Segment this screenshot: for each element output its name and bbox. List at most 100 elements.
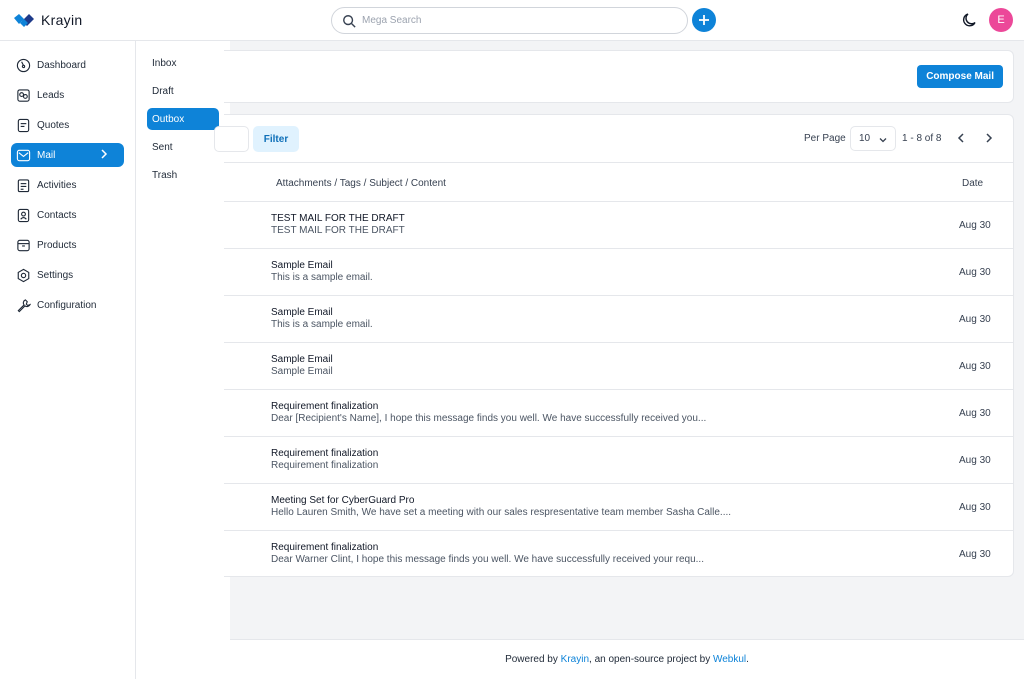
table-header: Attachments / Tags / Subject / Content D…	[224, 163, 1013, 202]
leads-icon	[17, 88, 30, 102]
footer-suffix: .	[746, 654, 749, 665]
main-sidebar: Dashboard Leads Quotes Mail Activities C…	[0, 41, 136, 679]
table-row[interactable]: TEST MAIL FOR THE DRAFT TEST MAIL FOR TH…	[224, 202, 1013, 249]
mail-content: Hello Lauren Smith, We have set a meetin…	[271, 507, 732, 518]
table-row[interactable]: Requirement finalization Dear Warner Cli…	[224, 531, 1013, 578]
column-header-subject[interactable]: Attachments / Tags / Subject / Content	[276, 178, 446, 189]
mail-header-panel: Compose Mail	[224, 50, 1014, 103]
next-page-icon[interactable]	[982, 131, 996, 145]
quick-create-button[interactable]	[692, 8, 716, 32]
top-header: Krayin E	[0, 0, 1024, 41]
sidebar-item-label: Configuration	[37, 299, 97, 311]
mail-date: Aug 30	[959, 502, 991, 513]
chevron-right-icon	[101, 149, 108, 159]
user-avatar[interactable]: E	[989, 8, 1013, 32]
mail-content: Dear [Recipient's Name], I hope this mes…	[271, 413, 707, 424]
table-row[interactable]: Sample Email This is a sample email. Aug…	[224, 296, 1013, 343]
per-page-label: Per Page	[804, 133, 846, 144]
mail-date: Aug 30	[959, 455, 991, 466]
footer-prefix: Powered by	[505, 654, 561, 665]
mail-content: Sample Email	[271, 366, 333, 377]
sidebar-item-leads[interactable]: Leads	[11, 83, 124, 107]
mail-subject: Sample Email	[271, 260, 333, 271]
mail-content: Requirement finalization	[271, 460, 379, 471]
mail-subject: Requirement finalization	[271, 401, 379, 412]
table-row[interactable]: Requirement finalization Requirement fin…	[224, 437, 1013, 484]
per-page-select[interactable]: 10	[850, 126, 896, 151]
footer-middle: , an open-source project by	[589, 654, 713, 665]
sidebar-item-quotes[interactable]: Quotes	[11, 113, 124, 137]
datagrid-toolbar: Filter Per Page 10 1 - 8 of 8	[214, 115, 1013, 163]
chevron-down-icon	[879, 138, 887, 143]
mail-subject: Requirement finalization	[271, 448, 379, 459]
column-header-date[interactable]: Date	[962, 178, 983, 189]
activities-icon	[17, 178, 30, 192]
products-icon	[17, 239, 30, 251]
datagrid-search-box[interactable]	[214, 126, 249, 152]
table-row[interactable]: Sample Email This is a sample email. Aug…	[224, 249, 1013, 296]
mega-search[interactable]	[331, 7, 688, 34]
folder-trash[interactable]: Trash	[147, 164, 219, 186]
mail-subject: Sample Email	[271, 354, 333, 365]
mail-content: This is a sample email.	[271, 319, 373, 330]
sidebar-item-configuration[interactable]: Configuration	[11, 293, 124, 317]
krayin-logo-icon	[14, 14, 34, 27]
folder-draft[interactable]: Draft	[147, 80, 219, 102]
sidebar-item-label: Leads	[37, 89, 65, 101]
mail-content: Dear Warner Clint, I hope this message f…	[271, 554, 704, 565]
mail-subject: TEST MAIL FOR THE DRAFT	[271, 213, 405, 224]
mail-subject: Requirement finalization	[271, 542, 379, 553]
table-body: TEST MAIL FOR THE DRAFT TEST MAIL FOR TH…	[224, 202, 1013, 578]
table-row[interactable]: Meeting Set for CyberGuard Pro Hello Lau…	[224, 484, 1013, 531]
folder-inbox[interactable]: Inbox	[147, 52, 219, 74]
sidebar-item-mail[interactable]: Mail	[11, 143, 124, 167]
app-logo[interactable]: Krayin	[13, 11, 82, 29]
folder-sent[interactable]: Sent	[147, 136, 219, 158]
dashboard-icon	[16, 58, 31, 72]
per-page-value: 10	[859, 133, 871, 144]
mail-subject: Sample Email	[271, 307, 333, 318]
filter-button[interactable]: Filter	[253, 126, 299, 152]
mail-date: Aug 30	[959, 267, 991, 278]
mail-date: Aug 30	[959, 314, 991, 325]
sidebar-item-label: Dashboard	[37, 59, 86, 71]
sidebar-item-label: Mail	[37, 149, 56, 161]
mail-content: This is a sample email.	[271, 272, 373, 283]
sidebar-item-label: Activities	[37, 179, 77, 191]
configuration-icon	[17, 298, 31, 312]
mail-icon	[16, 149, 31, 161]
search-input[interactable]	[362, 15, 662, 26]
plus-icon	[699, 15, 709, 25]
krayin-link[interactable]: Krayin	[561, 654, 589, 665]
mail-date: Aug 30	[959, 549, 991, 560]
sidebar-item-contacts[interactable]: Contacts	[11, 203, 124, 227]
quotes-icon	[17, 118, 30, 132]
mail-date: Aug 30	[959, 361, 991, 372]
mail-datagrid: Filter Per Page 10 1 - 8 of 8 Attachment…	[214, 114, 1014, 578]
settings-icon	[17, 268, 30, 282]
sidebar-item-label: Quotes	[37, 119, 70, 131]
page-footer: Powered by Krayin, an open-source projec…	[230, 639, 1024, 679]
sidebar-item-label: Settings	[37, 269, 74, 281]
table-row[interactable]: Sample Email Sample Email Aug 30	[224, 343, 1013, 390]
table-row[interactable]: Requirement finalization Dear [Recipient…	[224, 390, 1013, 437]
mail-content: TEST MAIL FOR THE DRAFT	[271, 225, 405, 236]
sidebar-item-dashboard[interactable]: Dashboard	[11, 53, 124, 77]
dark-mode-toggle-icon[interactable]	[961, 11, 979, 29]
previous-page-icon[interactable]	[954, 131, 968, 145]
compose-mail-button[interactable]: Compose Mail	[917, 65, 1003, 88]
mail-date: Aug 30	[959, 408, 991, 419]
mail-subject: Meeting Set for CyberGuard Pro	[271, 495, 415, 506]
sidebar-item-settings[interactable]: Settings	[11, 263, 124, 287]
pagination-info: 1 - 8 of 8	[902, 133, 942, 144]
app-name: Krayin	[41, 12, 83, 28]
search-icon	[343, 14, 356, 28]
sidebar-item-label: Products	[37, 239, 77, 251]
sidebar-item-activities[interactable]: Activities	[11, 173, 124, 197]
sidebar-item-label: Contacts	[37, 209, 77, 221]
sidebar-item-products[interactable]: Products	[11, 233, 124, 257]
mail-date: Aug 30	[959, 220, 991, 231]
contacts-icon	[17, 208, 30, 222]
webkul-link[interactable]: Webkul	[713, 654, 746, 665]
folder-outbox[interactable]: Outbox	[147, 108, 219, 130]
